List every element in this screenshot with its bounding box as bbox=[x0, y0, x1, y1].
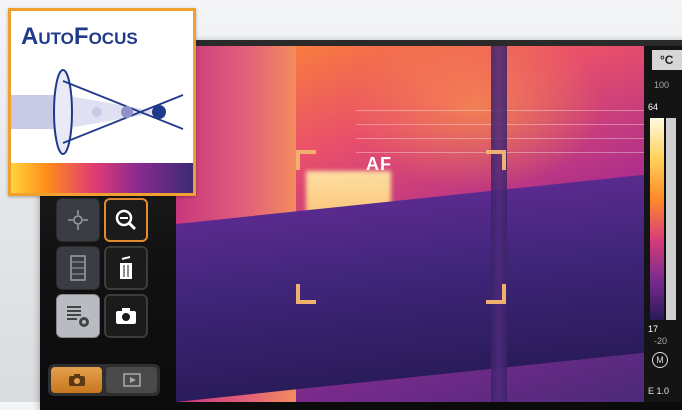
thermal-pillar bbox=[491, 46, 507, 402]
delete-button[interactable] bbox=[104, 246, 148, 290]
zoom-button[interactable] bbox=[104, 198, 148, 242]
tool-grid bbox=[56, 198, 156, 358]
scale-max-value: 64 bbox=[648, 102, 659, 112]
thermal-viewfinder[interactable]: AF bbox=[176, 46, 646, 402]
palette-icon bbox=[70, 255, 86, 281]
camera-icon bbox=[116, 308, 136, 324]
tab-playback-mode[interactable] bbox=[106, 367, 157, 393]
lens-focus-diagram-icon bbox=[11, 69, 184, 155]
scale-range-bottom: -20 bbox=[654, 336, 668, 346]
mode-tabs bbox=[48, 364, 160, 396]
palette-button[interactable] bbox=[56, 246, 100, 290]
temperature-scale: °C 100 64 17 -20 M E 1.0 bbox=[644, 46, 682, 402]
scale-min-value: 17 bbox=[648, 324, 659, 334]
af-bracket-top-left bbox=[296, 150, 316, 170]
focus-button[interactable] bbox=[56, 198, 100, 242]
capture-button[interactable] bbox=[104, 294, 148, 338]
badge-title: AutoFocus bbox=[21, 23, 138, 50]
scale-range-top: 100 bbox=[654, 80, 670, 90]
af-label: AF bbox=[366, 154, 392, 174]
af-bracket-top-right bbox=[486, 150, 506, 170]
zoom-icon bbox=[115, 209, 137, 231]
play-icon bbox=[122, 373, 141, 387]
manual-mode-icon[interactable]: M bbox=[652, 352, 668, 368]
settings-hand-icon bbox=[67, 306, 89, 327]
autofocus-badge: AutoFocus bbox=[8, 8, 196, 196]
badge-color-gradient bbox=[11, 163, 193, 193]
camera-icon bbox=[68, 374, 85, 386]
scale-range-slider[interactable] bbox=[666, 118, 676, 320]
focus-target-icon bbox=[68, 210, 88, 230]
tab-capture-mode[interactable] bbox=[51, 367, 102, 393]
color-palette-bar bbox=[650, 118, 664, 320]
af-bracket-bottom-left bbox=[296, 284, 316, 304]
settings-button[interactable] bbox=[56, 294, 100, 338]
delete-icon bbox=[120, 256, 132, 279]
af-bracket-bottom-right bbox=[486, 284, 506, 304]
emissivity-label: E 1.0 bbox=[648, 386, 670, 396]
unit-label[interactable]: °C bbox=[652, 50, 682, 70]
